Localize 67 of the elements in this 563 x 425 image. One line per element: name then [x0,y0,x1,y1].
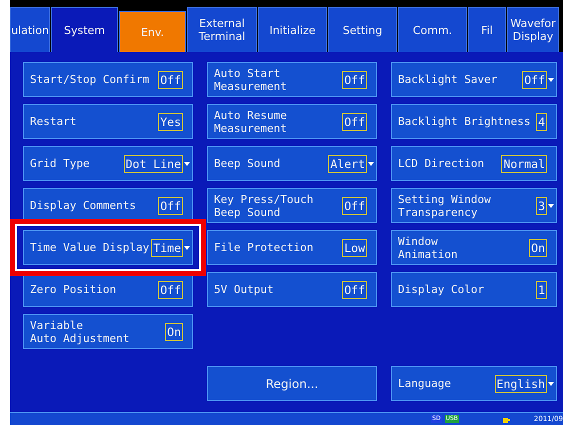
setting-label: Display Comments [30,199,136,212]
setting-item[interactable]: Display Color 1 [391,272,557,307]
tab[interactable]: Wavefor Display [507,7,559,52]
setting-item[interactable]: Grid Type Dot Line [23,146,193,181]
setting-item[interactable]: Auto Start Measurement Off [207,62,377,97]
tab[interactable]: External Terminal [187,7,257,52]
setting-label: Auto Resume Measurement [214,108,287,134]
setting-label: Window Animation [398,234,458,260]
tab[interactable]: Setting [328,7,397,52]
setting-value[interactable]: Yes [158,112,183,130]
setting-value[interactable]: 3 [536,196,547,214]
region-button[interactable]: Region... [207,366,377,401]
tab[interactable]: System [51,7,118,52]
setting-label: Restart [30,115,76,128]
setting-item[interactable]: Setting Window Transparency 3 [391,188,557,223]
setting-item[interactable]: File Protection Low [207,230,377,265]
setting-label: Variable Auto Adjustment [30,318,130,344]
setting-value[interactable]: Normal [501,154,547,172]
setting-item[interactable]: Backlight Brightness 4 [391,104,557,139]
tab[interactable]: ulation [10,7,50,52]
setting-item[interactable]: Variable Auto Adjustment On [23,314,193,349]
setting-label: Time Value Display [30,241,150,254]
setting-label: Zero Position [30,283,116,296]
setting-value[interactable]: Low [342,238,367,256]
setting-value[interactable]: Dot Line [124,154,183,172]
setting-value[interactable]: Off [522,70,547,88]
setting-item[interactable]: 5V Output Off [207,272,377,307]
setting-label: Display Color [398,283,484,296]
setting-label: Auto Start Measurement [214,66,287,92]
setting-item[interactable]: Time Value Display Time [23,230,193,265]
setting-value[interactable]: Off [342,70,367,88]
setting-label: Language [398,377,451,390]
setting-label: Grid Type [30,157,90,170]
setting-label: LCD Direction [398,157,484,170]
setting-value[interactable]: 1 [536,280,547,298]
setting-label: Start/Stop Confirm [30,73,150,86]
setting-value[interactable]: 4 [536,112,547,130]
setting-value[interactable]: On [165,322,183,340]
setting-value[interactable]: Alert [328,154,367,172]
setting-value[interactable]: Off [342,196,367,214]
setting-label: Beep Sound [214,157,280,170]
setting-label: Backlight Saver [398,73,498,86]
setting-value[interactable]: Off [158,280,183,298]
tab[interactable]: Fil [468,7,506,52]
setting-item[interactable]: Backlight Saver Off [391,62,557,97]
setting-item[interactable]: LCD Direction Normal [391,146,557,181]
setting-label: Setting Window Transparency [398,192,491,218]
setting-value[interactable]: Time [151,238,183,256]
setting-item[interactable]: Start/Stop Confirm Off [23,62,193,97]
setting-value[interactable]: On [529,238,547,256]
setting-item[interactable]: Beep Sound Alert [207,146,377,181]
setting-item[interactable]: Key Press/Touch Beep Sound Off [207,188,377,223]
setting-value[interactable]: English [494,374,547,392]
setting-value[interactable]: Off [158,70,183,88]
setting-value[interactable]: Off [158,196,183,214]
setting-label: File Protection [214,241,314,254]
tab[interactable]: Initialize [258,7,327,52]
setting-value[interactable]: Off [342,112,367,130]
setting-label: Key Press/Touch Beep Sound [214,192,314,218]
tab[interactable]: Comm. [398,7,467,52]
setting-value[interactable]: Off [342,280,367,298]
setting-label: Backlight Brightness [398,115,530,128]
setting-item[interactable]: Window Animation On [391,230,557,265]
setting-label: 5V Output [214,283,274,296]
setting-item[interactable]: Language English [391,366,557,401]
setting-item[interactable]: Restart Yes [23,104,193,139]
setting-item[interactable]: Auto Resume Measurement Off [207,104,377,139]
